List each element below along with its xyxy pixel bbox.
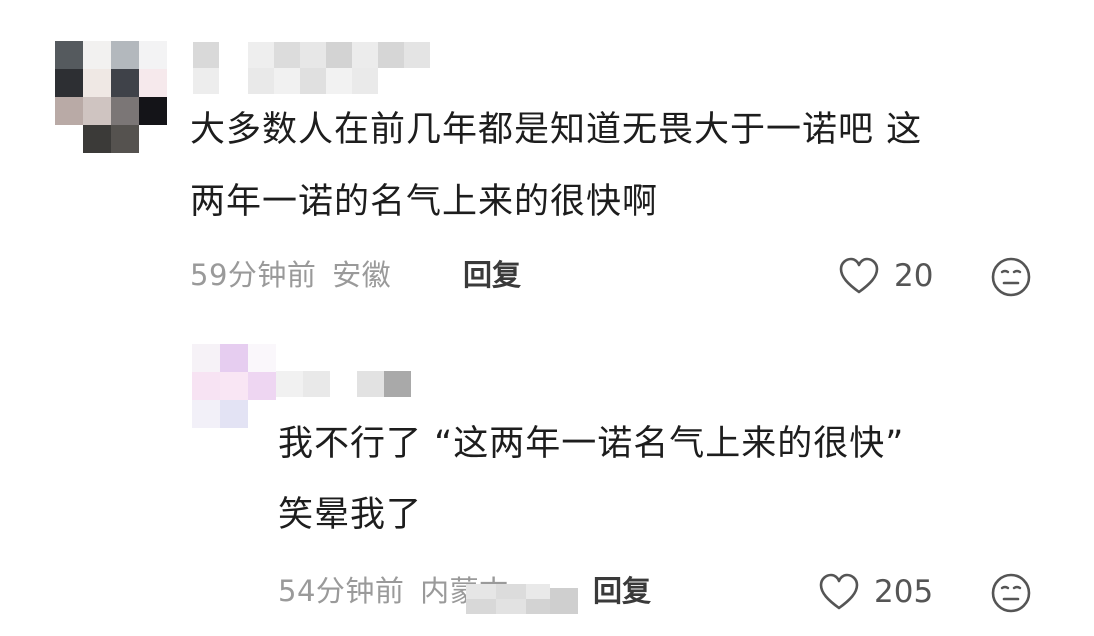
like-count: 20 <box>894 258 934 294</box>
like-button[interactable]: 20 <box>838 254 948 298</box>
meh-face-icon <box>990 256 1032 302</box>
meh-face-icon <box>990 572 1032 618</box>
comment-text-line-1: 大多数人在前几年都是知道无畏大于一诺吧 这 <box>190 110 923 150</box>
avatar[interactable] <box>55 41 167 153</box>
comment-meta: 59分钟前 安徽 <box>190 258 391 292</box>
dislike-button[interactable] <box>990 572 1032 614</box>
username[interactable] <box>276 371 416 397</box>
comment-text-line-2: 两年一诺的名气上来的很快啊 <box>190 182 659 222</box>
avatar[interactable] <box>192 344 276 428</box>
reply-button[interactable]: 回复 <box>463 258 521 292</box>
like-count: 205 <box>874 574 934 610</box>
comment-time: 54分钟前 <box>278 574 405 608</box>
like-button[interactable]: 205 <box>818 570 948 614</box>
heart-outline-icon <box>838 256 880 300</box>
comment-location: 安徽 <box>332 258 392 292</box>
comment-time: 59分钟前 <box>190 258 317 292</box>
heart-outline-icon <box>818 572 860 616</box>
location-redaction <box>466 584 580 614</box>
comment-text-line-1: 我不行了 “这两年一诺名气上来的很快” <box>278 424 905 464</box>
comment-text-line-2: 笑晕我了 <box>278 495 423 535</box>
reply-button[interactable]: 回复 <box>593 574 651 608</box>
username[interactable] <box>193 42 443 97</box>
dislike-button[interactable] <box>990 256 1032 298</box>
